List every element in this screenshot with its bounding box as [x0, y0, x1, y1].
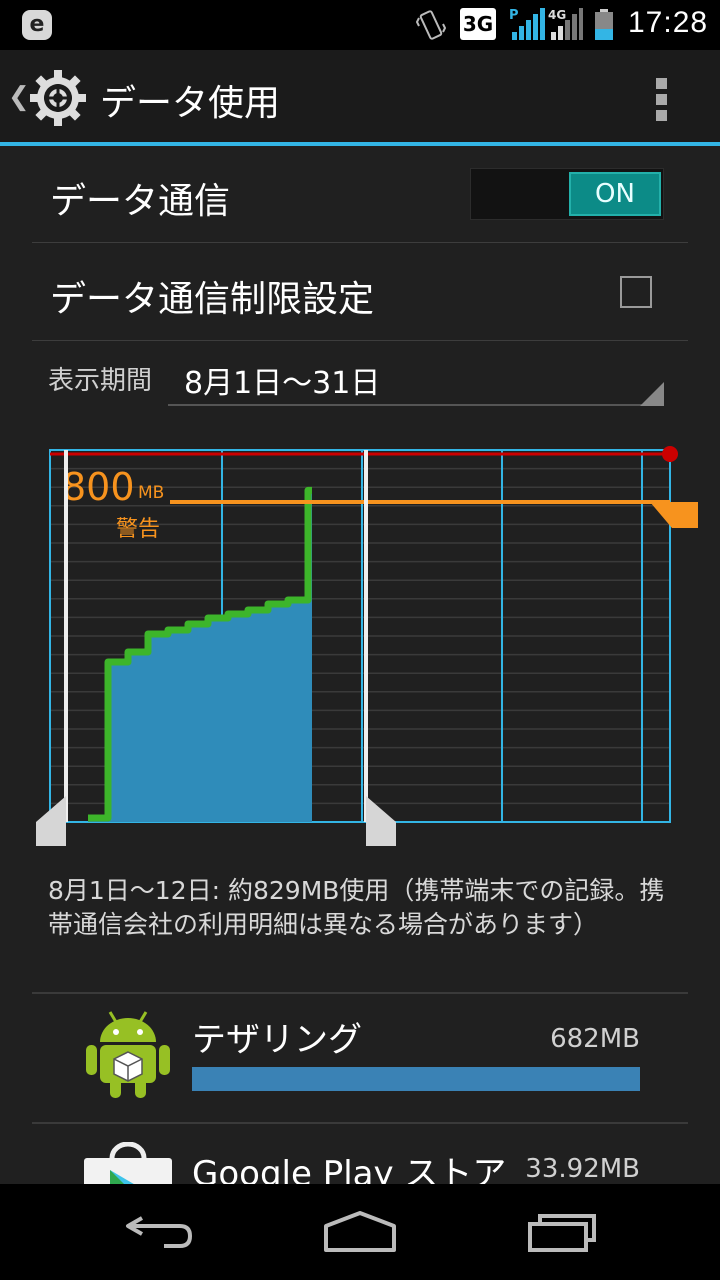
spinner-dropdown-icon[interactable] [640, 382, 664, 406]
warning-unit: MB [138, 483, 164, 503]
data-comm-toggle[interactable]: ON [470, 168, 664, 220]
warning-value: 800 [62, 465, 135, 509]
period-spinner-underline[interactable] [168, 404, 664, 406]
signal-icon: P [509, 8, 545, 40]
data-comm-label: データ通信 [50, 181, 231, 222]
signal1-label: P [509, 8, 519, 23]
toggle-on-label: ON [569, 172, 661, 216]
clock: 17:28 [628, 6, 709, 39]
usage-summary: 8月1日〜12日: 約829MB使用（携帯端末での記録。携帯通信会社の利用明細は… [48, 876, 665, 939]
data-limit-checkbox[interactable] [620, 276, 652, 308]
network-type-badge: 3G [460, 8, 496, 40]
up-navigation-icon[interactable]: ❮ [8, 82, 30, 112]
android-tethering-icon [86, 1011, 170, 1098]
content-area: データ通信 ON データ通信制限設定 表示期間 8月1日〜31日 800 MB … [0, 146, 720, 1184]
signal-icon-secondary: 4G [548, 8, 583, 40]
recent-apps-icon[interactable] [526, 1210, 598, 1252]
divider [32, 242, 688, 243]
app-name: テザリング [192, 1020, 362, 1060]
app-usage-size: 33.92MB [525, 1154, 640, 1184]
period-spinner-value[interactable]: 8月1日〜31日 [184, 358, 380, 402]
play-store-icon [84, 1142, 172, 1184]
divider [32, 992, 688, 994]
status-bar: e 3G P 4G 17:28 [0, 0, 720, 50]
app-name: Google Play ストア [192, 1154, 507, 1184]
app-usage-size: 682MB [550, 1024, 640, 1054]
usage-chart[interactable]: 800 MB 警告 [0, 430, 720, 870]
period-label: 表示期間 [48, 366, 153, 396]
app-usage-bar [192, 1067, 640, 1091]
warning-label: 警告 [116, 517, 160, 542]
divider [32, 1122, 688, 1124]
action-bar: ❮ データ使用 [0, 50, 720, 144]
battery-icon [595, 9, 613, 40]
limit-handle [662, 446, 678, 462]
settings-gear-icon[interactable] [28, 68, 88, 128]
back-icon[interactable] [124, 1210, 196, 1250]
page-title: データ使用 [100, 83, 281, 124]
overflow-menu-icon[interactable] [656, 78, 670, 122]
home-icon[interactable] [322, 1210, 398, 1252]
divider [32, 340, 688, 341]
data-limit-label: データ通信制限設定 [50, 279, 375, 320]
navigation-bar [0, 1184, 720, 1280]
signal2-label: 4G [548, 8, 566, 22]
app-notification-icon: e [22, 10, 52, 40]
vibrate-icon [416, 10, 446, 40]
